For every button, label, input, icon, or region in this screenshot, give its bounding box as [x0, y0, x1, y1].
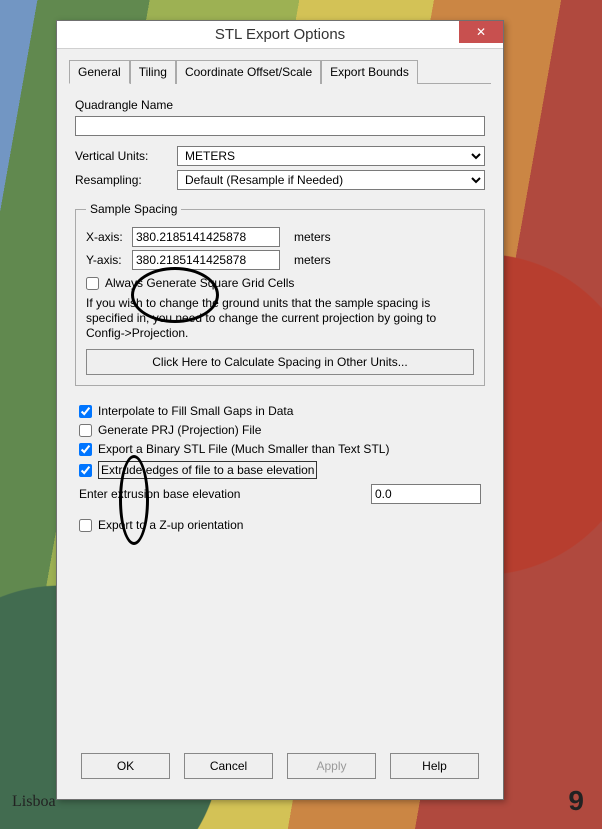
close-icon: ✕ — [476, 25, 486, 39]
resampling-select[interactable]: Default (Resample if Needed) — [177, 170, 485, 190]
tab-tiling[interactable]: Tiling — [130, 60, 176, 84]
dialog-footer: OK Cancel Apply Help — [69, 743, 491, 793]
tab-general[interactable]: General — [69, 60, 130, 84]
extrude-label: Extrude edges of file to a base elevatio… — [98, 461, 317, 479]
quadrangle-name-label: Quadrangle Name — [75, 98, 485, 112]
sample-spacing-legend: Sample Spacing — [86, 202, 181, 216]
square-grid-label: Always Generate Square Grid Cells — [105, 276, 294, 290]
apply-button[interactable]: Apply — [287, 753, 376, 779]
help-button[interactable]: Help — [390, 753, 479, 779]
generate-prj-checkbox[interactable] — [79, 424, 92, 437]
ok-button[interactable]: OK — [81, 753, 170, 779]
sample-spacing-group: Sample Spacing X-axis: meters Y-axis: me… — [75, 202, 485, 386]
binary-stl-label: Export a Binary STL File (Much Smaller t… — [98, 442, 389, 456]
vertical-units-select[interactable]: METERS — [177, 146, 485, 166]
square-grid-checkbox[interactable] — [86, 277, 99, 290]
generate-prj-label: Generate PRJ (Projection) File — [98, 423, 261, 437]
binary-stl-checkbox[interactable] — [79, 443, 92, 456]
x-axis-label: X-axis: — [86, 230, 132, 244]
extrusion-elevation-label: Enter extrusion base elevation — [79, 487, 240, 501]
zup-checkbox[interactable] — [79, 519, 92, 532]
interpolate-label: Interpolate to Fill Small Gaps in Data — [98, 404, 293, 418]
titlebar: STL Export Options ✕ — [57, 21, 503, 49]
x-axis-input[interactable] — [132, 227, 280, 247]
spacing-note: If you wish to change the ground units t… — [86, 296, 474, 341]
quadrangle-name-input[interactable] — [75, 116, 485, 136]
close-button[interactable]: ✕ — [459, 21, 503, 43]
x-axis-unit: meters — [294, 230, 331, 244]
dialog-title: STL Export Options — [215, 26, 345, 43]
map-city-label: Lisboa — [12, 793, 56, 811]
cancel-button[interactable]: Cancel — [184, 753, 273, 779]
y-axis-input[interactable] — [132, 250, 280, 270]
y-axis-label: Y-axis: — [86, 253, 132, 267]
extrude-checkbox[interactable] — [79, 464, 92, 477]
y-axis-unit: meters — [294, 253, 331, 267]
stl-export-dialog: STL Export Options ✕ General Tiling Coor… — [56, 20, 504, 800]
tab-coordinate-offset-scale[interactable]: Coordinate Offset/Scale — [176, 60, 321, 84]
tab-export-bounds[interactable]: Export Bounds — [321, 60, 418, 84]
vertical-units-label: Vertical Units: — [75, 149, 177, 163]
extrusion-elevation-input[interactable] — [371, 484, 481, 504]
interpolate-checkbox[interactable] — [79, 405, 92, 418]
zup-label: Export to a Z-up orientation — [98, 518, 243, 532]
calculate-spacing-button[interactable]: Click Here to Calculate Spacing in Other… — [86, 349, 474, 375]
tab-bar: General Tiling Coordinate Offset/Scale E… — [69, 59, 491, 84]
page-number: 9 — [568, 785, 584, 817]
resampling-label: Resampling: — [75, 173, 177, 187]
